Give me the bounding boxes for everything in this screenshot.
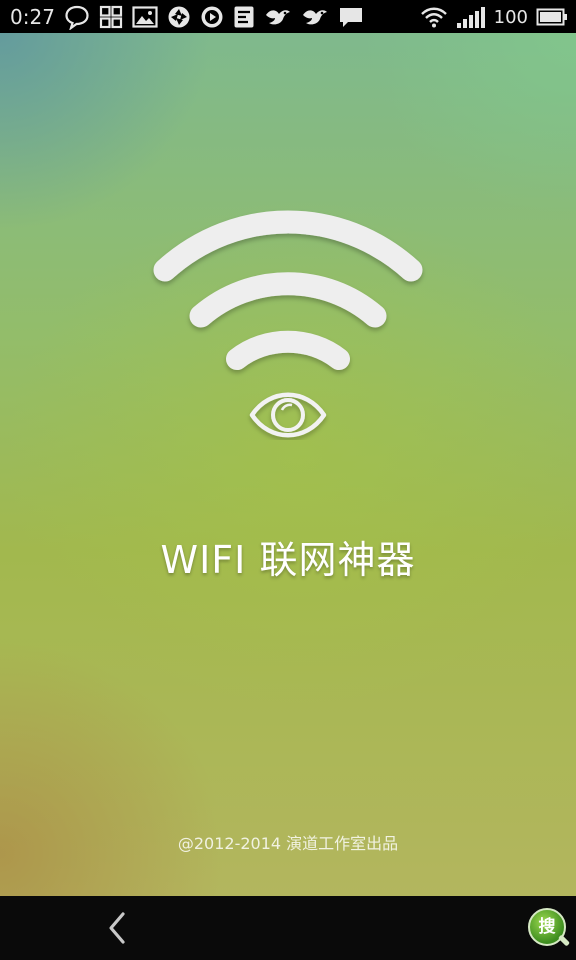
status-time: 0:27 bbox=[10, 5, 55, 29]
battery-level: 100 bbox=[493, 6, 528, 28]
bird-icon bbox=[266, 10, 290, 25]
notification-icons bbox=[64, 4, 364, 30]
bird-icon bbox=[303, 10, 327, 25]
app-title: WIFI 联网神器 bbox=[160, 538, 416, 582]
splash-screen: WIFI 联网神器 @2012-2014 演道工作室出品 bbox=[0, 33, 576, 896]
status-bar: 0:27 100 bbox=[0, 0, 576, 33]
chat-bubble-icon bbox=[65, 5, 89, 30]
back-button[interactable] bbox=[94, 906, 140, 950]
grid-icon bbox=[99, 5, 123, 29]
back-chevron-icon bbox=[109, 912, 125, 944]
battery-icon bbox=[536, 8, 567, 26]
play-icon bbox=[201, 6, 223, 28]
copyright-text: @2012-2014 演道工作室出品 bbox=[177, 834, 399, 853]
aperture-icon bbox=[168, 6, 190, 28]
wifi-icon bbox=[420, 7, 447, 28]
search-badge-label: 搜 bbox=[538, 916, 556, 937]
message-icon bbox=[340, 8, 362, 27]
magnifier-handle-icon bbox=[557, 934, 571, 947]
calendar-icon bbox=[234, 6, 254, 28]
wifi-eye-logo-icon bbox=[153, 210, 423, 438]
signal-icon bbox=[456, 7, 485, 28]
image-icon bbox=[132, 6, 158, 28]
search-badge-button[interactable]: 搜 bbox=[528, 908, 571, 950]
navigation-bar: 搜 bbox=[0, 896, 576, 960]
system-status: 100 bbox=[420, 4, 568, 30]
